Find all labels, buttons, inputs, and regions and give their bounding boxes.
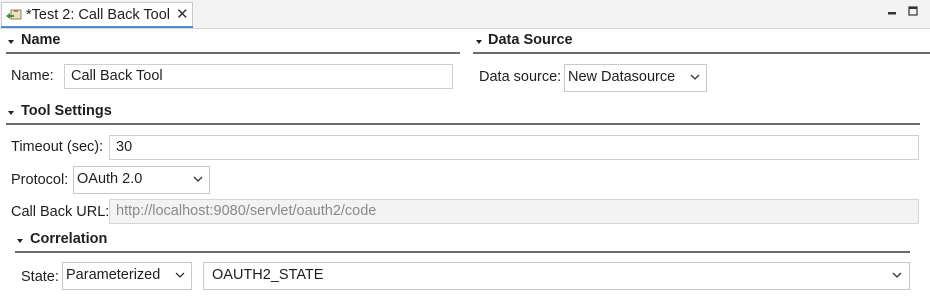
test-editor-icon: [6, 9, 22, 20]
section-divider: [6, 123, 920, 125]
name-input[interactable]: Call Back Tool: [64, 64, 453, 89]
editor-tab-title: *Test 2: Call Back Tool: [26, 7, 170, 23]
correlation-section-header[interactable]: Correlation: [10, 230, 910, 256]
state-mode-select[interactable]: Parameterized: [62, 262, 192, 290]
name-section-title: Name: [21, 32, 61, 48]
editor-tab[interactable]: *Test 2: Call Back Tool ✕: [1, 2, 193, 28]
expand-triangle-icon[interactable]: [476, 40, 482, 44]
editor-tab-bar: *Test 2: Call Back Tool ✕: [0, 0, 930, 29]
section-divider: [473, 52, 930, 54]
state-value-select-value: OAUTH2_STATE: [212, 267, 324, 283]
timeout-label: Timeout (sec):: [11, 139, 104, 155]
close-icon[interactable]: ✕: [176, 6, 189, 24]
editor-page: *Test 2: Call Back Tool ✕ Name Data Sour…: [0, 0, 930, 306]
name-label: Name:: [11, 68, 54, 84]
protocol-select[interactable]: OAuth 2.0: [73, 166, 210, 194]
name-input-value: Call Back Tool: [71, 68, 163, 84]
data-source-section-title: Data Source: [488, 32, 573, 48]
minimize-icon[interactable]: [887, 6, 897, 16]
section-divider: [15, 251, 910, 253]
section-divider: [6, 52, 460, 54]
data-source-section-header[interactable]: Data Source: [470, 31, 930, 57]
state-label: State:: [21, 269, 59, 285]
maximize-icon[interactable]: [908, 6, 918, 16]
chevron-down-icon: [892, 272, 902, 278]
chevron-down-icon: [193, 176, 203, 182]
timeout-input-value: 30: [116, 139, 133, 155]
name-section-header[interactable]: Name: [0, 31, 460, 57]
callback-url-input-value: http://localhost:9080/servlet/oauth2/cod…: [116, 203, 377, 219]
tool-settings-section-header[interactable]: Tool Settings: [0, 102, 920, 128]
timeout-input[interactable]: 30: [109, 135, 919, 160]
protocol-label: Protocol:: [11, 172, 69, 188]
expand-triangle-icon[interactable]: [8, 40, 14, 44]
chevron-down-icon: [175, 272, 185, 278]
active-tab-indicator: [1, 26, 193, 28]
data-source-select[interactable]: New Datasource: [564, 64, 707, 92]
tool-settings-section-title: Tool Settings: [21, 103, 112, 119]
callback-url-input[interactable]: http://localhost:9080/servlet/oauth2/cod…: [109, 199, 919, 224]
protocol-select-value: OAuth 2.0: [77, 171, 143, 187]
state-value-select[interactable]: OAUTH2_STATE: [203, 262, 910, 290]
data-source-label: Data source:: [479, 69, 562, 85]
expand-triangle-icon[interactable]: [8, 111, 14, 115]
chevron-down-icon: [690, 74, 700, 80]
data-source-select-value: New Datasource: [568, 69, 676, 85]
expand-triangle-icon[interactable]: [17, 239, 23, 243]
state-mode-select-value: Parameterized: [66, 267, 161, 283]
correlation-section-title: Correlation: [30, 231, 108, 247]
callback-url-label: Call Back URL:: [11, 204, 110, 220]
